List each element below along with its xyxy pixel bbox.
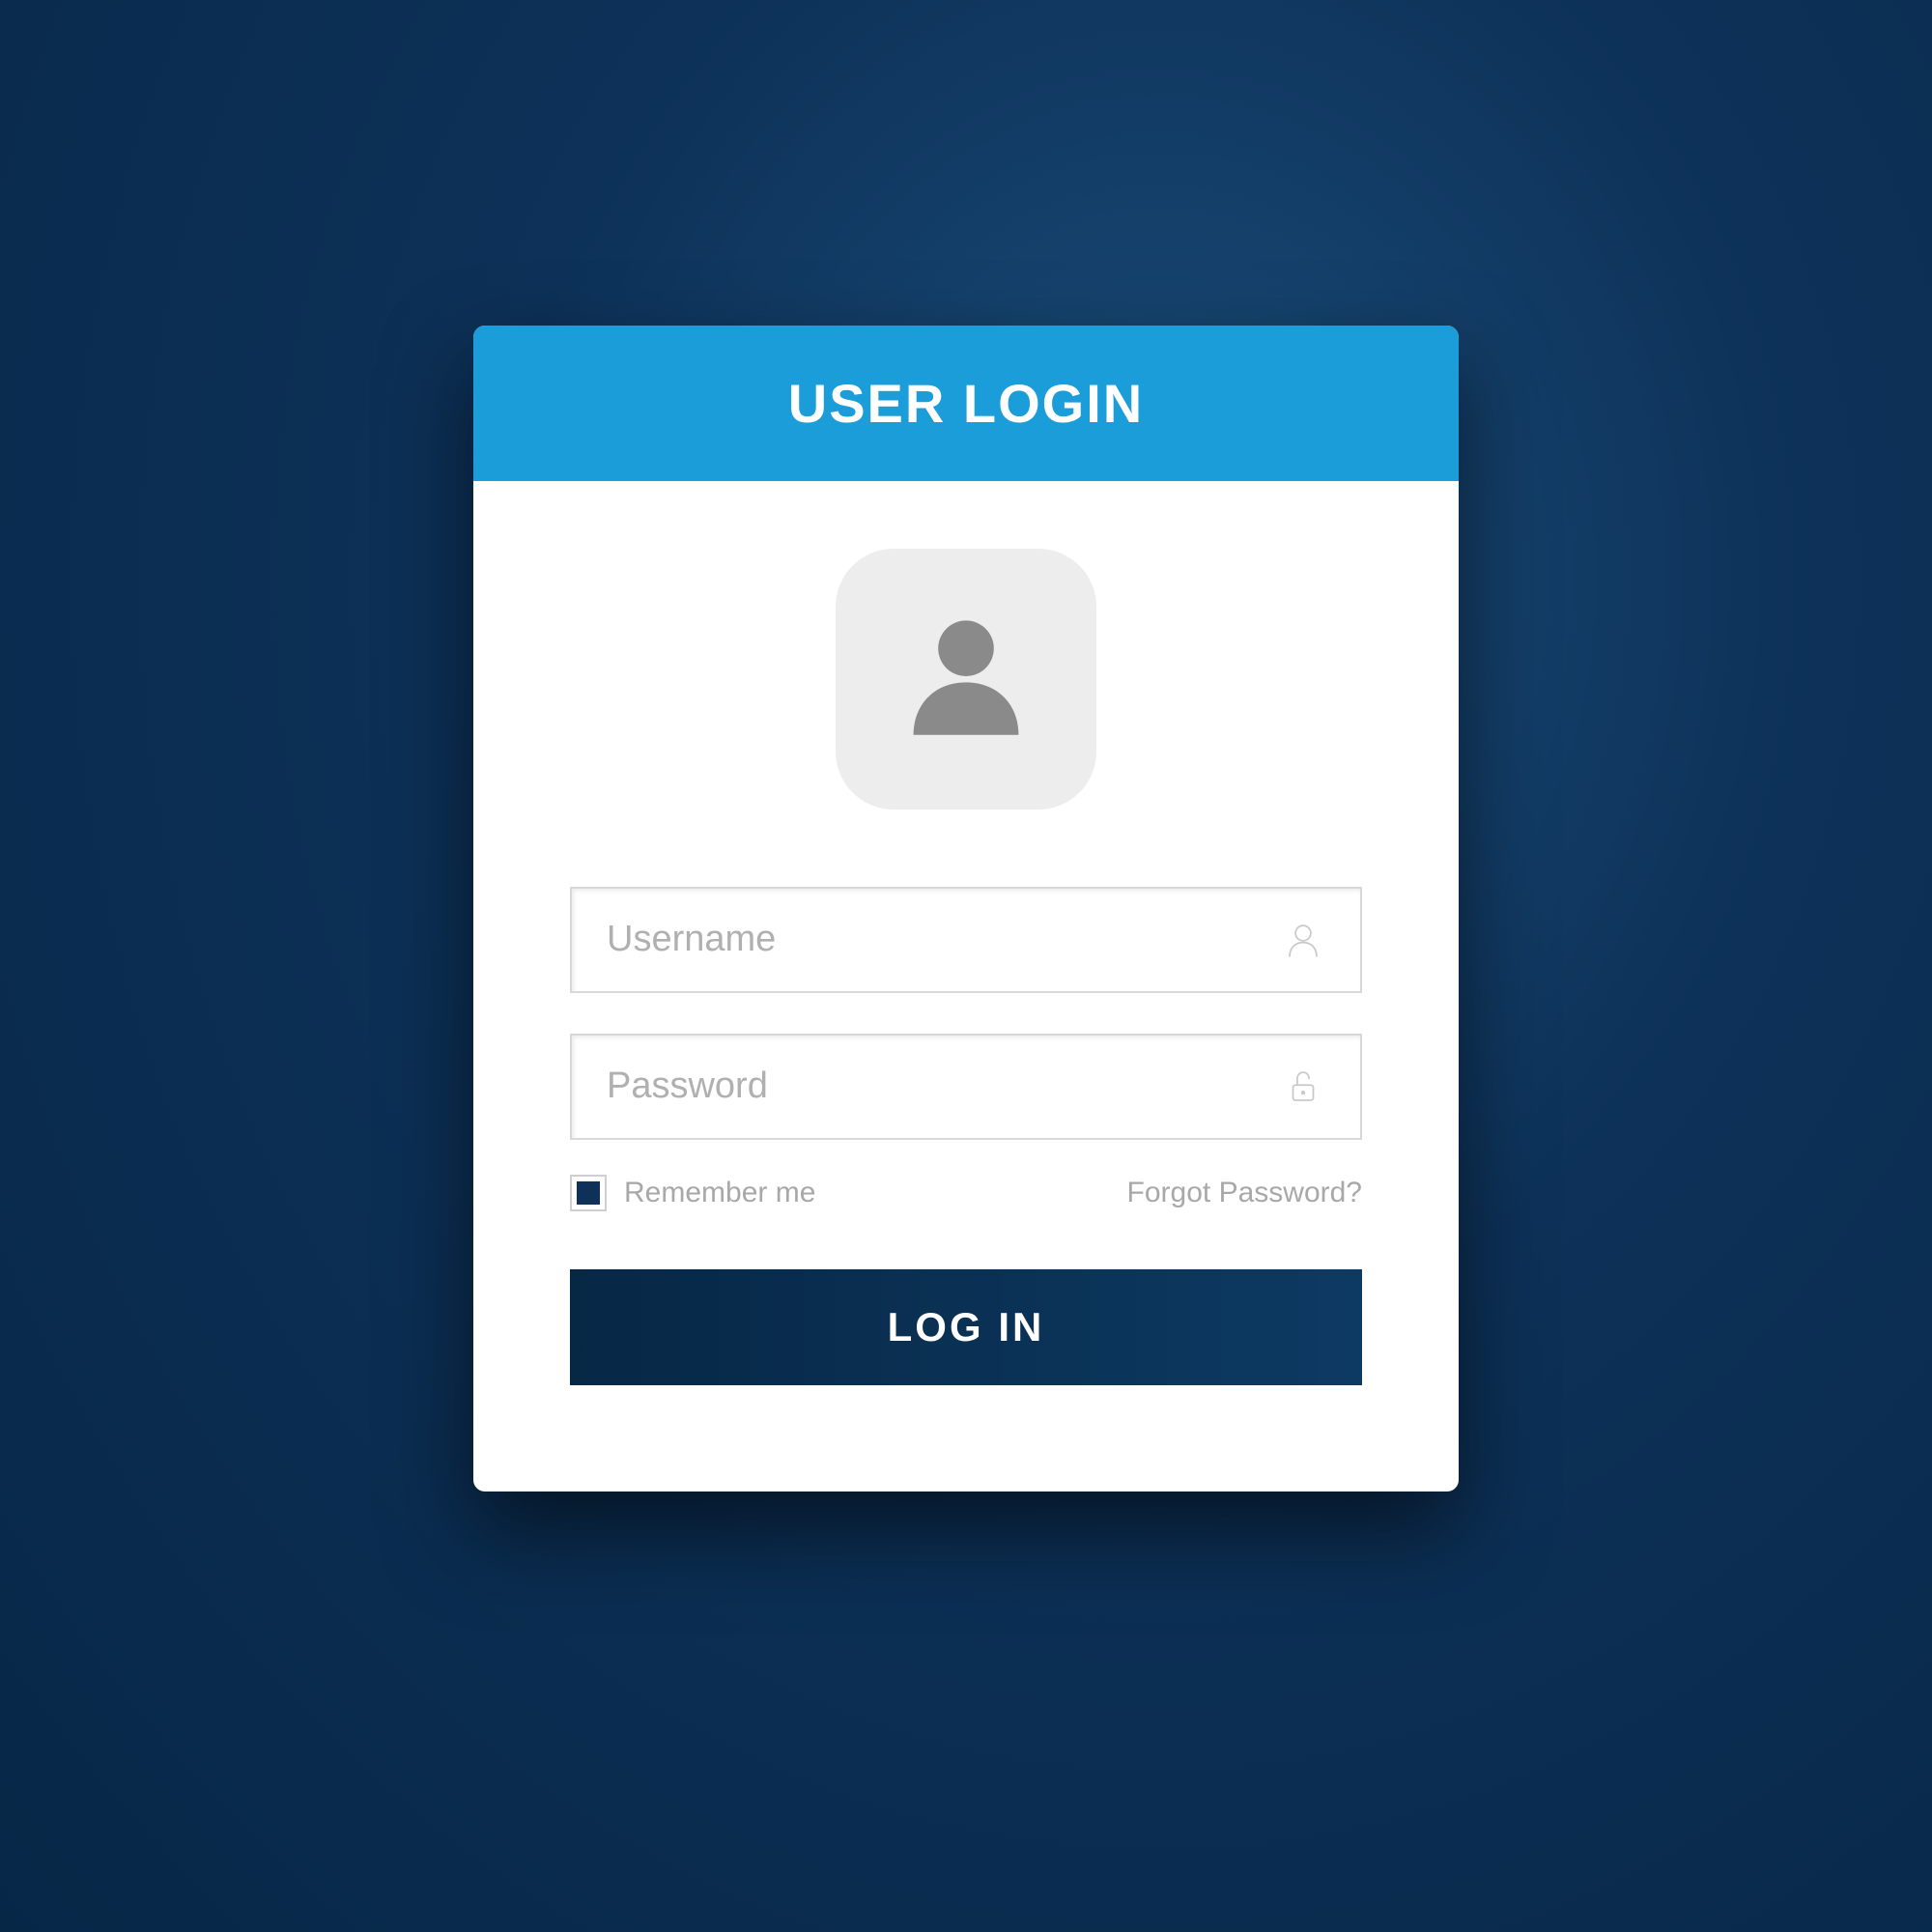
username-field[interactable] <box>570 887 1362 993</box>
checkbox-checked-fill <box>577 1181 600 1205</box>
login-card: USER LOGIN <box>473 326 1459 1492</box>
forgot-password-link[interactable]: Forgot Password? <box>1127 1177 1362 1209</box>
avatar <box>836 549 1096 810</box>
username-input[interactable] <box>607 919 1281 960</box>
remember-me-toggle[interactable]: Remember me <box>570 1175 815 1211</box>
remember-me-label: Remember me <box>624 1177 815 1209</box>
card-title: USER LOGIN <box>473 326 1459 481</box>
password-field[interactable] <box>570 1034 1362 1140</box>
person-icon <box>1281 918 1325 962</box>
password-input[interactable] <box>607 1065 1281 1107</box>
login-button[interactable]: LOG IN <box>570 1269 1362 1385</box>
checkbox-icon <box>570 1175 607 1211</box>
user-icon <box>889 599 1043 758</box>
card-body: Remember me Forgot Password? LOG IN <box>473 481 1459 1492</box>
lock-icon <box>1281 1065 1325 1109</box>
options-row: Remember me Forgot Password? <box>570 1175 1362 1211</box>
